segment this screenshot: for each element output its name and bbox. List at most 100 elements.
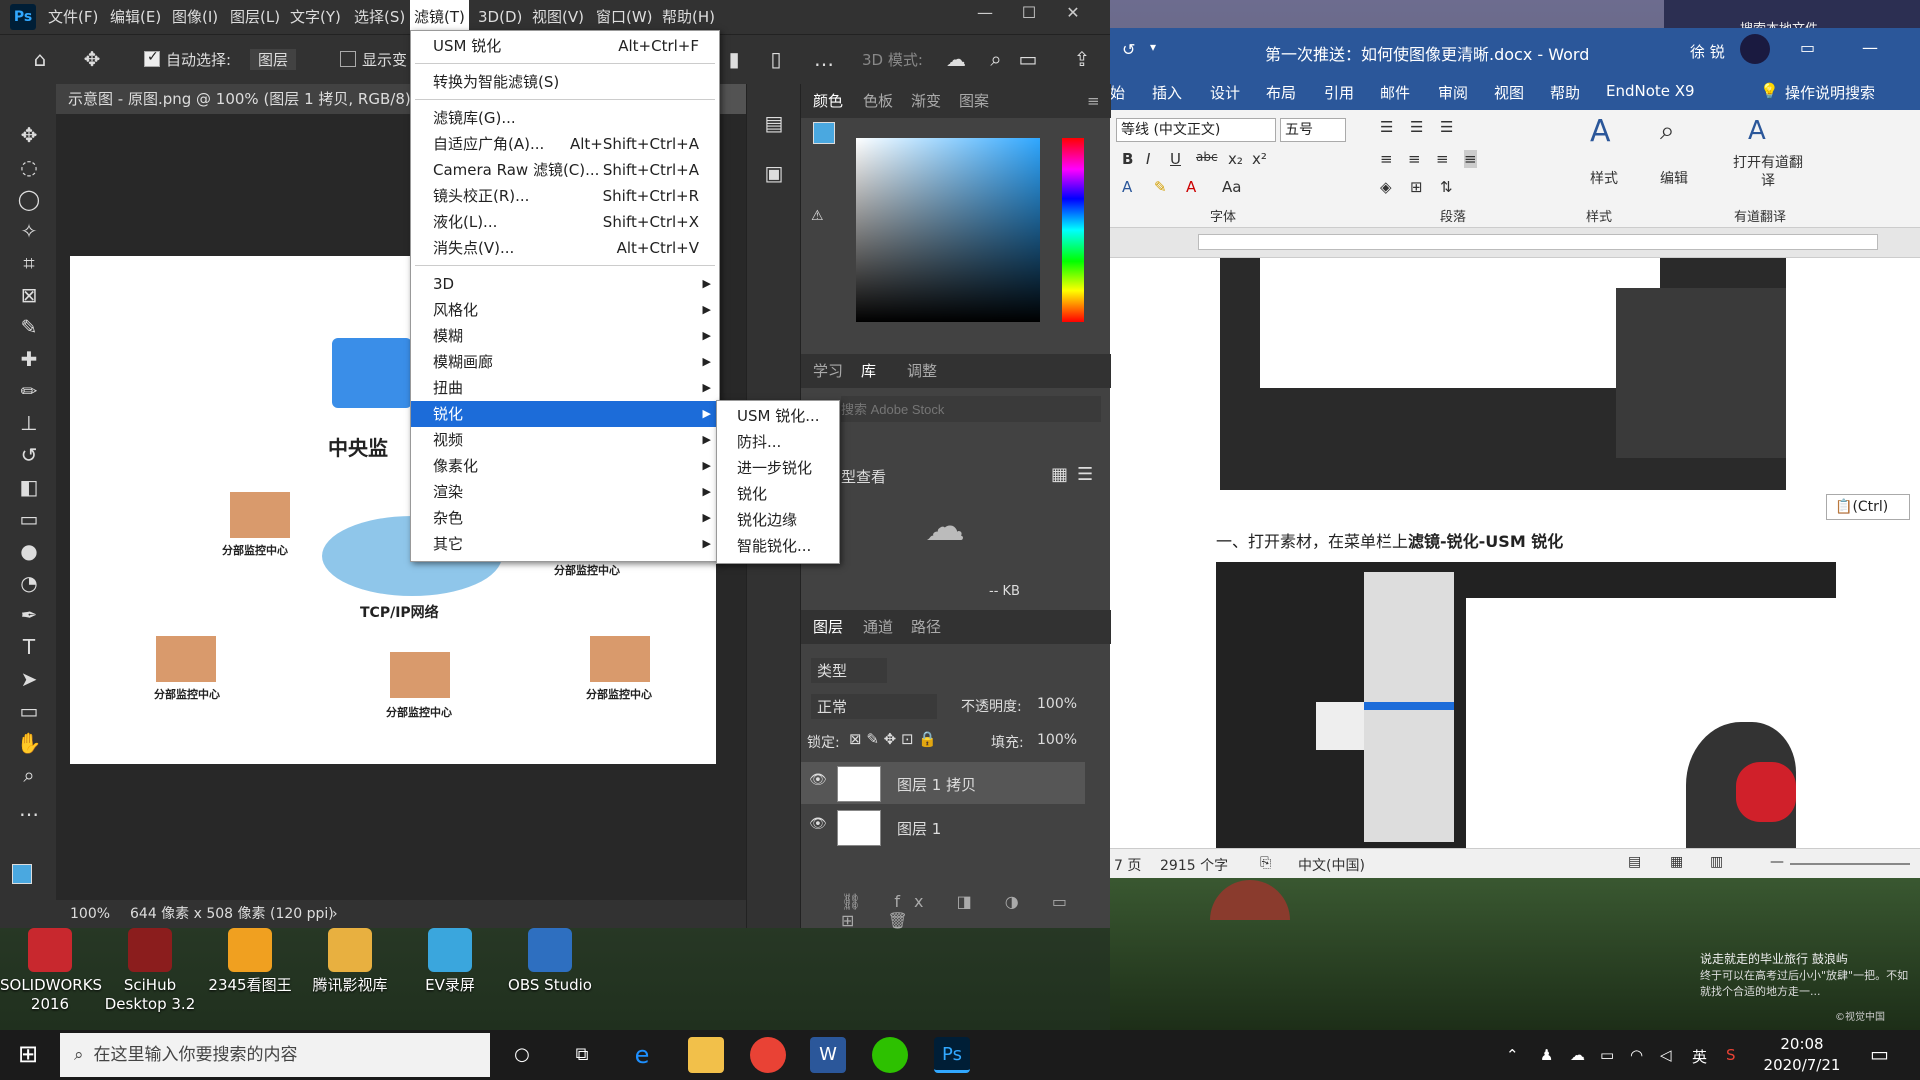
read-mode-icon[interactable]: ▤ bbox=[1628, 854, 1641, 870]
healing-brush-tool[interactable]: ✚ bbox=[14, 344, 44, 374]
foreground-color-swatch[interactable] bbox=[12, 864, 32, 884]
wechat-icon[interactable] bbox=[872, 1037, 908, 1073]
word-count[interactable]: 2915 个字 bbox=[1160, 855, 1228, 875]
submenu-item-shake-reduction[interactable]: 防抖... bbox=[737, 431, 781, 452]
bold-icon[interactable]: B bbox=[1122, 150, 1133, 168]
page-count[interactable]: 7 页 bbox=[1114, 855, 1141, 875]
list-view-icon[interactable]: ☰ bbox=[1077, 464, 1093, 485]
move-tool-icon[interactable]: ✥ bbox=[78, 45, 106, 73]
word-taskbar-icon[interactable]: W bbox=[810, 1037, 846, 1073]
brush-tool[interactable]: ✏ bbox=[14, 376, 44, 406]
submenu-item-sharpen[interactable]: 锐化 bbox=[737, 483, 767, 504]
menu-item-vanishing-point[interactable]: 消失点(V)... Alt+Ctrl+V bbox=[411, 235, 719, 261]
print-layout-icon[interactable]: ▦ bbox=[1670, 854, 1683, 870]
volume-icon[interactable]: ◁ bbox=[1660, 1046, 1672, 1064]
wifi-icon[interactable]: ◠ bbox=[1630, 1046, 1643, 1064]
menu-filter[interactable]: 滤镜(T) bbox=[410, 0, 469, 34]
language-indicator[interactable]: 中文(中国) bbox=[1298, 855, 1365, 875]
submenu-item-sharpen-more[interactable]: 进一步锐化 bbox=[737, 457, 812, 478]
desktop-icon-2345viewer[interactable]: 2345看图王 bbox=[200, 928, 300, 995]
chrome-icon[interactable] bbox=[750, 1037, 786, 1073]
menu-item-usm-sharpen-last[interactable]: USM 锐化 Alt+Ctrl+F bbox=[411, 33, 719, 59]
move-tool[interactable]: ✥ bbox=[14, 120, 44, 150]
ime-indicator[interactable]: 英 bbox=[1692, 1046, 1707, 1067]
tab-design[interactable]: 设计 bbox=[1210, 82, 1240, 103]
layer-row-copy[interactable]: 👁 图层 1 拷贝 bbox=[801, 762, 1085, 804]
submenu-item-sharpen-edges[interactable]: 锐化边缘 bbox=[737, 509, 797, 530]
horizontal-ruler[interactable] bbox=[1110, 228, 1920, 258]
menu-item-liquify[interactable]: 液化(L)... Shift+Ctrl+X bbox=[411, 209, 719, 235]
tab-help[interactable]: 帮助 bbox=[1550, 82, 1580, 103]
submenu-item-smart-sharpen[interactable]: 智能锐化... bbox=[737, 535, 811, 556]
menu-3d[interactable]: 3D(D) bbox=[478, 0, 522, 34]
cortana-icon[interactable]: ○ bbox=[504, 1037, 540, 1073]
gradient-tool[interactable]: ▭ bbox=[14, 504, 44, 534]
type-tool[interactable]: T bbox=[14, 632, 44, 662]
share-icon[interactable]: ⇪ bbox=[1068, 45, 1096, 73]
task-view-icon[interactable]: ⧉ bbox=[564, 1037, 600, 1073]
borders-icon[interactable]: ⊞ bbox=[1410, 178, 1423, 196]
photoshop-taskbar-icon[interactable]: Ps bbox=[934, 1037, 970, 1073]
menu-edit[interactable]: 编辑(E) bbox=[110, 0, 161, 34]
dodge-tool[interactable]: ◔ bbox=[14, 568, 44, 598]
font-color-icon[interactable]: A bbox=[1186, 178, 1196, 196]
quick-access-dropdown-icon[interactable]: ▾ bbox=[1150, 40, 1156, 54]
menu-type[interactable]: 文字(Y) bbox=[290, 0, 341, 34]
panel-menu-icon[interactable]: ≡ bbox=[1087, 84, 1100, 118]
menu-item-distort[interactable]: 扭曲 ▶ bbox=[411, 375, 719, 401]
tab-libraries[interactable]: 库 bbox=[861, 354, 876, 388]
tray-app-icon[interactable]: ♟ bbox=[1540, 1046, 1553, 1064]
superscript-icon[interactable]: x² bbox=[1252, 150, 1267, 168]
tab-insert[interactable]: 插入 bbox=[1152, 82, 1182, 103]
justify-icon[interactable]: ≡ bbox=[1464, 150, 1477, 168]
proofing-icon[interactable]: ⎘ bbox=[1260, 855, 1271, 871]
font-size-select[interactable]: 五号 bbox=[1280, 118, 1346, 142]
distribute-icon[interactable]: ▮ bbox=[720, 45, 748, 73]
subscript-icon[interactable]: x₂ bbox=[1228, 150, 1243, 168]
menu-item-other[interactable]: 其它 ▶ bbox=[411, 531, 719, 557]
zoom-slider[interactable] bbox=[1790, 863, 1910, 865]
menu-item-video[interactable]: 视频 ▶ bbox=[411, 427, 719, 453]
tab-paths[interactable]: 路径 bbox=[911, 610, 941, 644]
tab-swatches[interactable]: 色板 bbox=[863, 84, 893, 118]
menu-item-filter-gallery[interactable]: 滤镜库(G)... bbox=[411, 105, 719, 131]
path-selection-tool[interactable]: ➤ bbox=[14, 664, 44, 694]
ps-close-button[interactable]: ✕ bbox=[1050, 0, 1096, 28]
taskbar-clock[interactable]: 20:08 2020/7/21 bbox=[1762, 1034, 1842, 1076]
text-effects-icon[interactable]: A bbox=[1122, 178, 1132, 196]
document-tab[interactable]: 示意图 - 原图.png @ 100% (图层 1 拷贝, RGB/8) * bbox=[56, 84, 416, 138]
underline-icon[interactable]: U bbox=[1170, 150, 1181, 168]
undo-icon[interactable]: ↺ bbox=[1122, 40, 1135, 59]
lasso-tool[interactable]: ◯ bbox=[14, 184, 44, 214]
align-left-icon[interactable]: ≡ bbox=[1380, 150, 1393, 168]
tab-layout[interactable]: 布局 bbox=[1266, 82, 1296, 103]
layer-row-original[interactable]: 👁 图层 1 bbox=[801, 806, 1085, 848]
web-layout-icon[interactable]: ▥ bbox=[1710, 854, 1723, 870]
tab-mailings[interactable]: 邮件 bbox=[1380, 82, 1410, 103]
paste-options-button[interactable]: 📋(Ctrl) bbox=[1826, 494, 1910, 520]
tab-adjustments[interactable]: 调整 bbox=[907, 354, 937, 388]
menu-image[interactable]: 图像(I) bbox=[172, 0, 218, 34]
tab-patterns[interactable]: 图案 bbox=[959, 84, 989, 118]
zoom-level[interactable]: 100% bbox=[70, 900, 110, 928]
user-avatar[interactable] bbox=[1740, 34, 1770, 64]
menu-item-blur-gallery[interactable]: 模糊画廊 ▶ bbox=[411, 349, 719, 375]
submenu-item-usm-sharpen[interactable]: USM 锐化... bbox=[737, 405, 820, 426]
file-explorer-icon[interactable] bbox=[688, 1037, 724, 1073]
ribbon-display-icon[interactable]: ▭ bbox=[1800, 38, 1815, 57]
menu-layer[interactable]: 图层(L) bbox=[230, 0, 280, 34]
tab-learn[interactable]: 学习 bbox=[813, 354, 843, 388]
stock-search-input[interactable] bbox=[841, 396, 1101, 422]
home-icon[interactable]: ⌂ bbox=[26, 45, 54, 73]
zoom-out-icon[interactable]: — bbox=[1770, 854, 1784, 870]
onedrive-icon[interactable]: ☁ bbox=[1570, 1046, 1585, 1064]
zoom-tool[interactable]: ⌕ bbox=[14, 760, 44, 790]
desktop-icon-solidworks[interactable]: SOLIDWORKS 2016 bbox=[0, 928, 102, 1014]
show-transform-checkbox[interactable] bbox=[340, 51, 356, 67]
history-brush-tool[interactable]: ↺ bbox=[14, 440, 44, 470]
open-youdao-translate-button[interactable]: A 打开有道翻译 bbox=[1728, 114, 1808, 204]
tab-home[interactable]: 始 bbox=[1110, 82, 1125, 103]
hand-tool[interactable]: ✋ bbox=[14, 728, 44, 758]
battery-icon[interactable]: ▭ bbox=[1600, 1046, 1614, 1064]
3d-orbit-icon[interactable]: ☁ bbox=[942, 45, 970, 73]
